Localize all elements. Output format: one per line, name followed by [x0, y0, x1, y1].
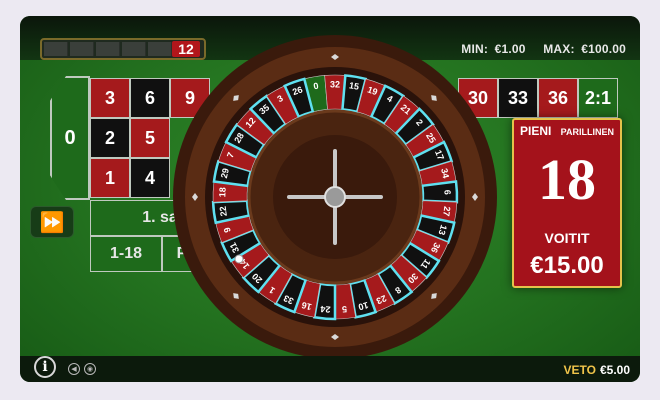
result-panel: PIENI PARILLINEN 18 VOITIT €15.00: [512, 118, 622, 288]
wheel-number: 22: [218, 206, 229, 217]
max-label: MAX:: [543, 42, 575, 56]
result-parity: PARILLINEN: [560, 127, 614, 137]
result-range: PIENI: [520, 124, 552, 138]
fast-forward-icon: ⏩: [39, 211, 65, 234]
wheel-number: 32: [330, 79, 340, 89]
bet-label: VETO: [563, 363, 596, 377]
number-cell[interactable]: 5: [130, 118, 170, 158]
number-cell[interactable]: 33: [498, 78, 538, 118]
game-frame: 12 MIN: €1.00 MAX: €100.00 0 3 6 9 2 5 1…: [20, 16, 640, 382]
history-slot: [148, 42, 172, 56]
zero-cell[interactable]: 0: [50, 76, 90, 200]
info-button[interactable]: i: [34, 356, 56, 378]
settings-icon[interactable]: ◉: [84, 363, 96, 375]
wheel-number: 24: [320, 304, 331, 315]
history-slot: [70, 42, 94, 56]
number-cell[interactable]: 1: [90, 158, 130, 198]
win-amount: €15.00: [530, 252, 604, 279]
history-slot: [122, 42, 146, 56]
wheel-number: 15: [348, 80, 360, 92]
total-bet: VETO €5.00: [564, 363, 631, 377]
wheel-spinner-hub: [324, 186, 346, 208]
max-value: €100.00: [581, 42, 626, 56]
bottom-bar: i ◀ ◉ VETO €5.00: [20, 356, 640, 382]
wheel-number: 6: [442, 190, 452, 195]
number-cell[interactable]: 2: [90, 118, 130, 158]
column-bet-2to1[interactable]: 2:1: [578, 78, 618, 118]
number-cell[interactable]: 6: [130, 78, 170, 118]
low-bet[interactable]: 1-18: [90, 236, 162, 272]
result-number: 18: [538, 147, 596, 212]
number-cell[interactable]: 3: [90, 78, 130, 118]
history-slot: [96, 42, 120, 56]
number-cell[interactable]: 4: [130, 158, 170, 198]
roulette-wheel: 0 32 15 19421225173462713361130823105241633…: [173, 35, 497, 359]
roulette-ball: [234, 254, 244, 264]
bet-value: €5.00: [599, 363, 630, 377]
wheel-number: 29: [219, 167, 231, 179]
wheel-number: 18: [217, 187, 227, 197]
history-slot: [44, 42, 68, 56]
fast-play-button[interactable]: ⏩: [30, 206, 74, 238]
wheel-number: 27: [441, 206, 452, 217]
win-label: VOITIT: [544, 230, 590, 246]
number-cell[interactable]: 36: [538, 78, 578, 118]
wheel-number: 5: [342, 304, 348, 314]
volume-icon[interactable]: ◀: [68, 363, 80, 375]
wheel-number: 34: [439, 167, 451, 179]
result-tags: PIENI PARILLINEN: [520, 124, 614, 138]
